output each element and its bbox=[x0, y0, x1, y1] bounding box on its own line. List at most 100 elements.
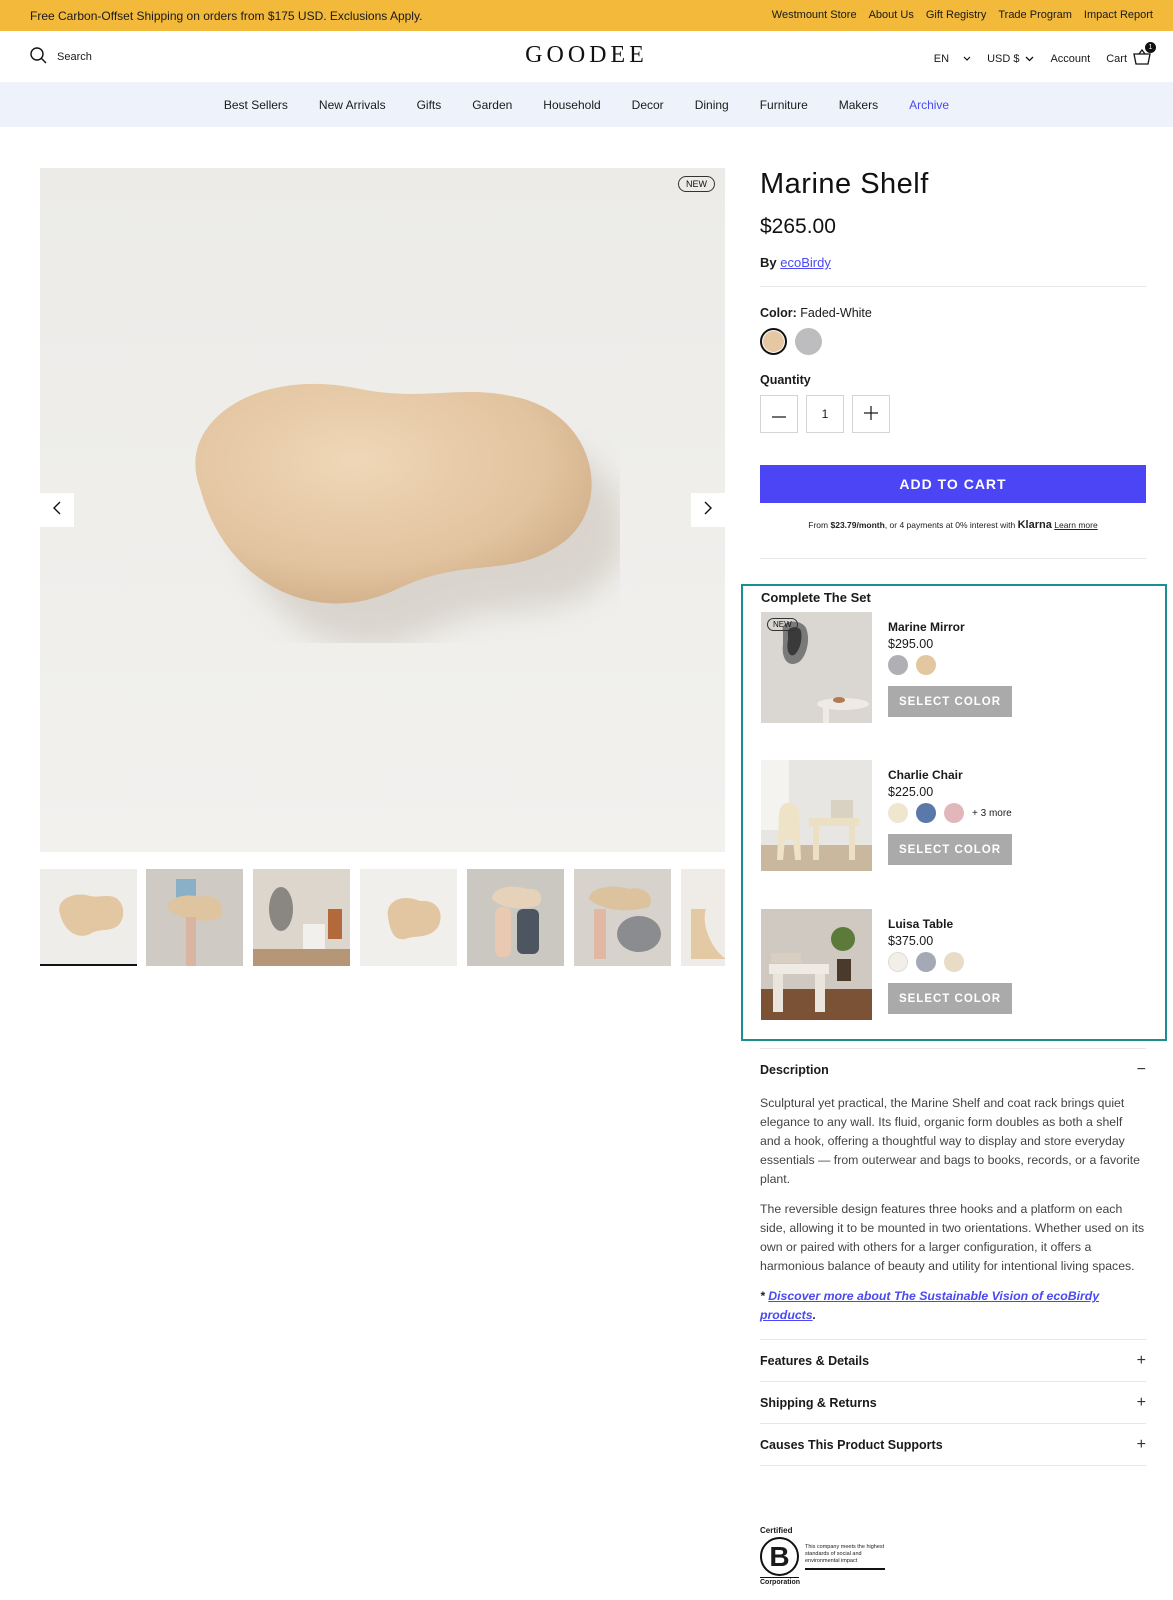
product-price: $265.00 bbox=[760, 215, 836, 238]
nav-item-household[interactable]: Household bbox=[543, 98, 600, 112]
currency-value: USD $ bbox=[987, 52, 1020, 65]
divider bbox=[760, 286, 1146, 287]
nav-item-makers[interactable]: Makers bbox=[839, 98, 878, 112]
b-corp-certified: Certified bbox=[760, 1526, 793, 1535]
note-prefix: * bbox=[760, 1289, 769, 1303]
klarna-prefix: From bbox=[808, 520, 829, 530]
accordion-title: Description bbox=[760, 1063, 829, 1077]
minus-icon bbox=[772, 407, 786, 421]
swatch[interactable] bbox=[916, 655, 936, 675]
thumbnail-3[interactable] bbox=[253, 869, 350, 966]
accordion-features-details[interactable]: Features & Details + bbox=[760, 1340, 1146, 1382]
next-image-button[interactable] bbox=[691, 493, 725, 527]
cart-button[interactable]: Cart 1 bbox=[1106, 42, 1156, 68]
sustainable-vision-link[interactable]: Discover more about The Sustainable Visi… bbox=[760, 1289, 1099, 1322]
set-item-price: $375.00 bbox=[888, 934, 934, 948]
nav-item-best-sellers[interactable]: Best Sellers bbox=[224, 98, 288, 112]
currency-selector[interactable]: USD $ bbox=[987, 53, 1034, 65]
main-nav: Best Sellers New Arrivals Gifts Garden H… bbox=[0, 82, 1173, 127]
swatch[interactable] bbox=[944, 803, 964, 823]
accordion-shipping-returns[interactable]: Shipping & Returns + bbox=[760, 1382, 1146, 1424]
plus-icon: + bbox=[1136, 1351, 1146, 1369]
note-suffix: . bbox=[812, 1308, 817, 1322]
link-impact-report[interactable]: Impact Report bbox=[1084, 9, 1153, 21]
decrease-quantity-button[interactable] bbox=[760, 395, 798, 433]
thumbnail-6[interactable] bbox=[574, 869, 671, 966]
color-label: Color: bbox=[760, 306, 797, 320]
select-color-button[interactable]: SELECT COLOR bbox=[888, 834, 1012, 865]
nav-item-garden[interactable]: Garden bbox=[472, 98, 512, 112]
marine-shelf-image bbox=[195, 383, 620, 643]
increase-quantity-button[interactable] bbox=[852, 395, 890, 433]
swatch[interactable] bbox=[888, 803, 908, 823]
previous-image-button[interactable] bbox=[40, 493, 74, 527]
set-item-swatches bbox=[888, 655, 936, 675]
marine-mirror-image[interactable]: NEW bbox=[761, 612, 872, 723]
link-trade-program[interactable]: Trade Program bbox=[998, 9, 1072, 21]
thumbnail-4[interactable] bbox=[360, 869, 457, 966]
new-badge: NEW bbox=[767, 618, 798, 631]
charlie-chair-image[interactable] bbox=[761, 760, 872, 871]
link-about-us[interactable]: About Us bbox=[869, 9, 914, 21]
chevron-down-icon bbox=[963, 53, 971, 65]
set-item-charlie-chair: Charlie Chair $225.00 + 3 more SELECT CO… bbox=[761, 760, 1141, 872]
plus-icon bbox=[864, 405, 878, 423]
set-item-price: $295.00 bbox=[888, 637, 934, 651]
plus-icon: + bbox=[1136, 1435, 1146, 1453]
accordion-title: Causes This Product Supports bbox=[760, 1437, 943, 1452]
set-item-name[interactable]: Charlie Chair bbox=[888, 768, 963, 782]
product-info: Marine Shelf $265.00 By ecoBirdy Color: … bbox=[760, 168, 1146, 559]
swatch[interactable] bbox=[888, 655, 908, 675]
nav-item-furniture[interactable]: Furniture bbox=[760, 98, 808, 112]
site-header: Search GOODEE EN USD $ Account Cart 1 bbox=[0, 31, 1173, 82]
set-item-swatches: + 3 more bbox=[888, 803, 1012, 823]
swatch[interactable] bbox=[944, 952, 964, 972]
select-color-button[interactable]: SELECT COLOR bbox=[888, 686, 1012, 717]
more-swatches-link[interactable]: + 3 more bbox=[972, 808, 1012, 819]
product-main-image[interactable]: NEW bbox=[40, 168, 725, 852]
thumbnail-5[interactable] bbox=[467, 869, 564, 966]
nav-item-decor[interactable]: Decor bbox=[632, 98, 664, 112]
product-maker: By ecoBirdy bbox=[760, 255, 1146, 270]
set-item-name[interactable]: Marine Mirror bbox=[888, 620, 965, 634]
klarna-middle: , or 4 payments at 0% interest with bbox=[884, 520, 1016, 530]
color-swatches bbox=[760, 328, 1146, 355]
set-item-name[interactable]: Luisa Table bbox=[888, 917, 953, 931]
link-gift-registry[interactable]: Gift Registry bbox=[926, 9, 987, 21]
set-item-marine-mirror: NEW Marine Mirror $295.00 SELECT COLOR bbox=[761, 612, 1141, 724]
language-selector[interactable]: EN bbox=[934, 53, 971, 65]
nav-item-new-arrivals[interactable]: New Arrivals bbox=[319, 98, 386, 112]
nav-item-gifts[interactable]: Gifts bbox=[417, 98, 442, 112]
luisa-table-image[interactable] bbox=[761, 909, 872, 1020]
maker-link[interactable]: ecoBirdy bbox=[780, 255, 831, 270]
accordion-description[interactable]: Description − bbox=[760, 1049, 1146, 1091]
b-corp-tagline: This company meets the highest standards… bbox=[805, 1544, 885, 1570]
thumbnail-2[interactable] bbox=[146, 869, 243, 966]
minus-icon: − bbox=[1136, 1061, 1146, 1078]
color-selector-label: Color: Faded-White bbox=[760, 306, 1146, 320]
cart-label: Cart bbox=[1106, 52, 1127, 65]
new-badge: NEW bbox=[678, 176, 715, 192]
accordion-causes[interactable]: Causes This Product Supports + bbox=[760, 1424, 1146, 1466]
nav-item-archive[interactable]: Archive bbox=[909, 98, 949, 112]
klarna-learn-more-link[interactable]: Learn more bbox=[1054, 520, 1097, 530]
add-to-cart-button[interactable]: ADD TO CART bbox=[760, 465, 1146, 503]
swatch-faded-white[interactable] bbox=[760, 328, 787, 355]
language-value: EN bbox=[933, 52, 950, 65]
select-color-button[interactable]: SELECT COLOR bbox=[888, 983, 1012, 1014]
set-item-luisa-table: Luisa Table $375.00 SELECT COLOR bbox=[761, 909, 1141, 1021]
divider bbox=[760, 558, 1146, 559]
swatch-grey[interactable] bbox=[795, 328, 822, 355]
thumbnail-strip bbox=[40, 869, 725, 966]
thumbnail-7[interactable] bbox=[681, 869, 725, 966]
swatch[interactable] bbox=[888, 952, 908, 972]
thumbnail-1[interactable] bbox=[40, 869, 137, 966]
swatch[interactable] bbox=[916, 803, 936, 823]
klarna-message: From $23.79/month, or 4 payments at 0% i… bbox=[760, 519, 1146, 531]
quantity-input[interactable]: 1 bbox=[806, 395, 844, 433]
account-link[interactable]: Account bbox=[1050, 53, 1090, 65]
swatch[interactable] bbox=[916, 952, 936, 972]
announcement-message: Free Carbon-Offset Shipping on orders fr… bbox=[30, 9, 423, 23]
nav-item-dining[interactable]: Dining bbox=[695, 98, 729, 112]
link-westmount-store[interactable]: Westmount Store bbox=[772, 9, 857, 21]
